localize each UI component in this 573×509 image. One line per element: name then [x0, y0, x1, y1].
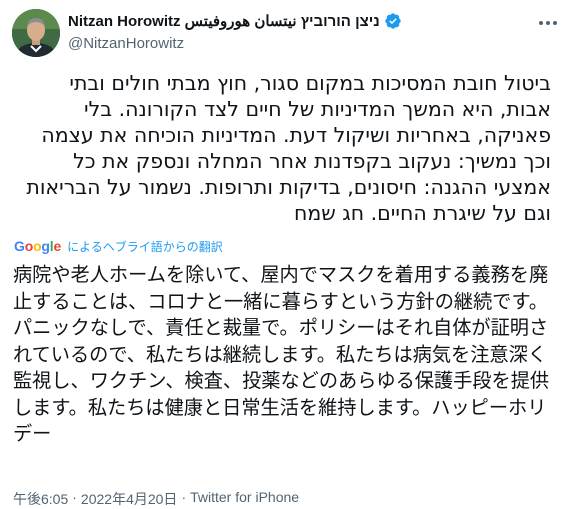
tweet-source[interactable]: Twitter for iPhone: [190, 489, 299, 509]
meta-separator: ·: [181, 489, 187, 505]
translation-attribution[interactable]: Google によるヘブライ語からの翻訳: [14, 238, 223, 255]
tweet-time[interactable]: 午後6:05: [13, 489, 68, 509]
avatar[interactable]: [12, 9, 60, 57]
google-logo: Google: [14, 238, 62, 254]
tweet-meta: 午後6:05 · 2022年4月20日 · Twitter for iPhone: [13, 489, 299, 509]
author-handle[interactable]: @NitzanHorowitz: [68, 35, 533, 52]
meta-separator: ·: [72, 489, 77, 505]
tweet-author: Nitzan Horowitz ניצן הורוביץ نيتسان هورو…: [68, 10, 533, 52]
translation-label[interactable]: によるヘブライ語からの翻訳: [67, 238, 223, 255]
translated-text: 病院や老人ホームを除いて、屋内でマスクを着用する義務を廃止することは、コロナと一…: [13, 263, 550, 445]
tweet-date[interactable]: 2022年4月20日: [81, 489, 178, 509]
tweet-text: ביטול חובת המסיכות במקום סגור, חוץ מבתי …: [26, 71, 551, 225]
verified-badge-icon: [384, 12, 402, 30]
author-display-name[interactable]: Nitzan Horowitz ניצן הורוביץ نيتسان هورو…: [68, 12, 380, 30]
more-options-icon[interactable]: [537, 14, 559, 32]
author-name-row: Nitzan Horowitz ניצן הורוביץ نيتسان هورو…: [68, 10, 533, 32]
